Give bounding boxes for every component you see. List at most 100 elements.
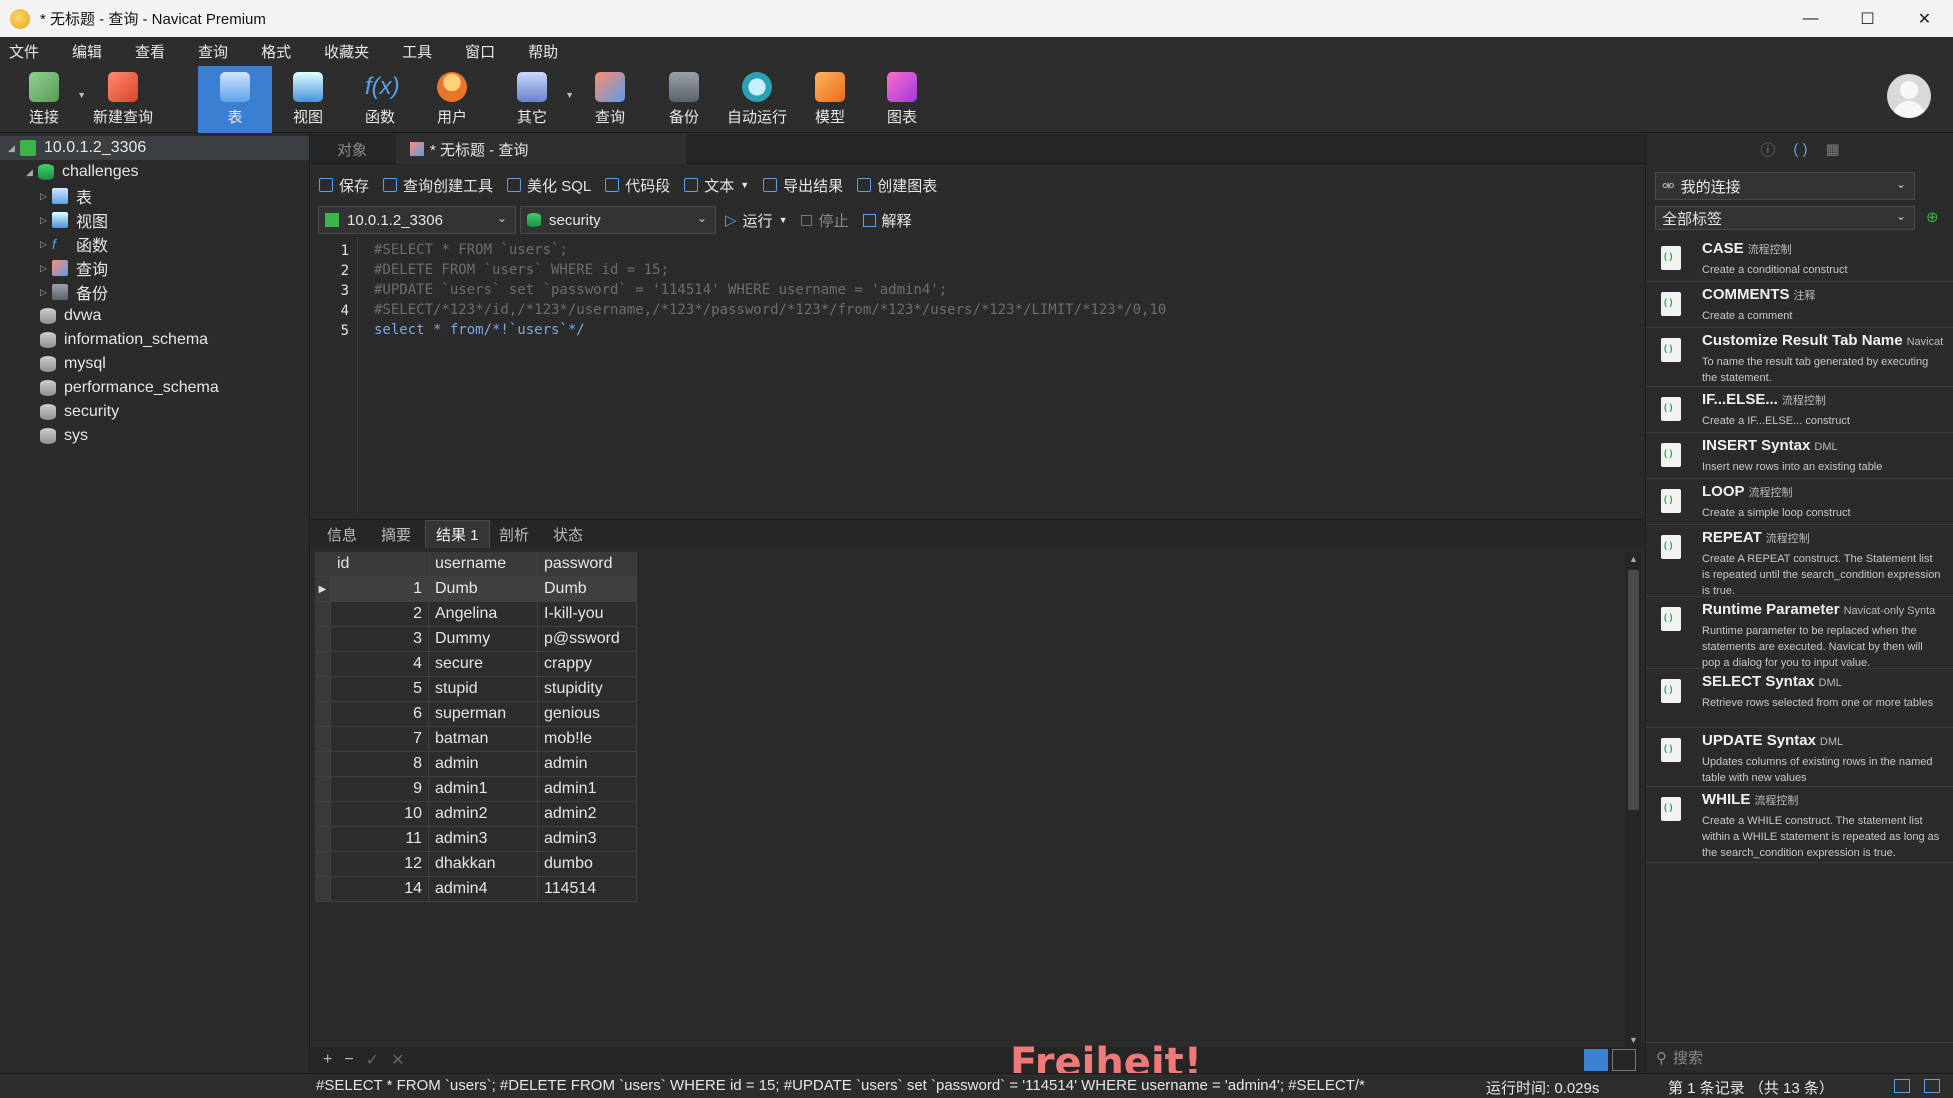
cell-id[interactable]: 6 bbox=[331, 702, 429, 727]
row-selector[interactable] bbox=[315, 777, 331, 802]
sql-editor[interactable]: 1 2 3 4 5 #SELECT * FROM `users`; #DELET… bbox=[311, 238, 1644, 513]
cell-id[interactable]: 2 bbox=[331, 602, 429, 627]
menu-file[interactable]: 文件 bbox=[8, 41, 54, 62]
tree-db-challenges[interactable]: ◢ challenges bbox=[26, 160, 139, 184]
tree-item-queries[interactable]: ▷ 查询 bbox=[40, 256, 108, 280]
tab-info[interactable]: 信息 bbox=[317, 520, 367, 548]
sql-line-3[interactable]: #UPDATE `users` set `password` = '114514… bbox=[374, 282, 947, 298]
table-row[interactable]: 12 dhakkan dumbo bbox=[315, 852, 637, 877]
menu-tools[interactable]: 工具 bbox=[401, 41, 447, 62]
tree-item-tables[interactable]: ▷ 表 bbox=[40, 184, 92, 208]
toolbar-query-button[interactable]: 查询 bbox=[580, 66, 640, 133]
cell-password[interactable]: 114514 bbox=[538, 877, 637, 902]
cell-password[interactable]: admin3 bbox=[538, 827, 637, 852]
snippet-search[interactable]: ⚲ 搜索 bbox=[1646, 1042, 1953, 1072]
create-chart-button[interactable]: 创建图表 bbox=[857, 175, 937, 196]
menu-help[interactable]: 帮助 bbox=[527, 41, 573, 62]
row-selector[interactable] bbox=[315, 852, 331, 877]
export-result-button[interactable]: 导出结果 bbox=[763, 175, 843, 196]
cell-password[interactable]: genious bbox=[538, 702, 637, 727]
table-row[interactable]: 3 Dummy p@ssword bbox=[315, 627, 637, 652]
toolbar-chart-button[interactable]: 图表 bbox=[872, 66, 932, 133]
table-row[interactable]: 4 secure crappy bbox=[315, 652, 637, 677]
sql-line-1[interactable]: #SELECT * FROM `users`; bbox=[374, 242, 568, 258]
snippet-item[interactable]: COMMENTS注释Create a comment bbox=[1646, 282, 1953, 328]
tree-db-sys[interactable]: sys bbox=[40, 424, 88, 448]
add-snippet-icon[interactable]: ⊕ bbox=[1926, 208, 1939, 226]
row-selector[interactable] bbox=[315, 602, 331, 627]
table-row[interactable]: 11 admin3 admin3 bbox=[315, 827, 637, 852]
menu-format[interactable]: 格式 bbox=[260, 41, 306, 62]
dropdown-arrow-icon[interactable]: ▼ bbox=[779, 215, 788, 225]
cell-password[interactable]: admin1 bbox=[538, 777, 637, 802]
cell-username[interactable]: Dumb bbox=[429, 577, 538, 602]
expand-arrow-icon[interactable]: ▷ bbox=[40, 239, 52, 250]
table-row[interactable]: 5 stupid stupidity bbox=[315, 677, 637, 702]
table-row[interactable]: 7 batman mob!le bbox=[315, 727, 637, 752]
run-button[interactable]: ▷ 运行 ▼ bbox=[725, 210, 787, 231]
form-view-icon[interactable] bbox=[1612, 1049, 1636, 1071]
close-button[interactable]: ✕ bbox=[1896, 0, 1953, 37]
cell-username[interactable]: stupid bbox=[429, 677, 538, 702]
explain-button[interactable]: 解释 bbox=[862, 210, 912, 231]
add-record-button[interactable]: + bbox=[323, 1051, 332, 1069]
toolbar-model-button[interactable]: 模型 bbox=[800, 66, 860, 133]
snippet-item[interactable]: INSERT SyntaxDML Insert new rows into an … bbox=[1646, 433, 1953, 479]
menu-window[interactable]: 窗口 bbox=[464, 41, 510, 62]
tab-status[interactable]: 状态 bbox=[543, 520, 593, 548]
toolbar-other-button[interactable]: 其它 ▼ bbox=[502, 66, 574, 133]
snippet-connection-select[interactable]: ⚮ 我的连接 ⌄ bbox=[1655, 172, 1915, 200]
cell-username[interactable]: admin bbox=[429, 752, 538, 777]
beautify-sql-button[interactable]: 美化 SQL bbox=[507, 175, 591, 196]
tab-result-1[interactable]: 结果 1 bbox=[425, 520, 490, 548]
result-vertical-scrollbar[interactable]: ▲ ▼ bbox=[1625, 552, 1642, 1047]
info-icon[interactable]: ⓘ bbox=[1760, 139, 1775, 160]
cell-password[interactable]: admin2 bbox=[538, 802, 637, 827]
cell-username[interactable]: dhakkan bbox=[429, 852, 538, 877]
toolbar-view-button[interactable]: 视图 bbox=[278, 66, 338, 133]
database-select[interactable]: security ⌄ bbox=[520, 206, 716, 234]
snippet-item[interactable]: IF...ELSE...流程控制 Create a IF...ELSE... co… bbox=[1646, 387, 1953, 433]
cell-username[interactable]: admin2 bbox=[429, 802, 538, 827]
maximize-button[interactable]: ☐ bbox=[1839, 0, 1896, 37]
grid-view-icon[interactable] bbox=[1584, 1049, 1608, 1071]
snippet-item[interactable]: SELECT SyntaxDML Retrieve rows selected f… bbox=[1646, 669, 1953, 728]
tab-objects[interactable]: 对象 bbox=[323, 134, 381, 164]
cell-username[interactable]: admin3 bbox=[429, 827, 538, 852]
stop-button[interactable]: 停止 bbox=[801, 210, 849, 231]
cell-password[interactable]: stupidity bbox=[538, 677, 637, 702]
code-snippet-button[interactable]: 代码段 bbox=[605, 175, 670, 196]
scrollbar-thumb[interactable] bbox=[1628, 570, 1639, 810]
tree-db-security[interactable]: security bbox=[40, 400, 119, 424]
panel-toggle-icon[interactable] bbox=[1924, 1079, 1940, 1093]
cell-id[interactable]: 11 bbox=[331, 827, 429, 852]
dropdown-arrow-icon[interactable]: ▼ bbox=[565, 90, 574, 100]
row-selector[interactable] bbox=[315, 627, 331, 652]
tab-query[interactable]: * 无标题 - 查询 bbox=[396, 134, 686, 164]
cell-password[interactable]: dumbo bbox=[538, 852, 637, 877]
toolbar-new-query-button[interactable]: 新建查询 bbox=[88, 66, 158, 133]
row-selector[interactable] bbox=[315, 677, 331, 702]
row-selector[interactable] bbox=[315, 702, 331, 727]
cell-id[interactable]: 1 bbox=[331, 577, 429, 602]
snippet-item[interactable]: Runtime ParameterNavicat-only SyntaRunti… bbox=[1646, 597, 1953, 669]
toolbar-backup-button[interactable]: 备份 bbox=[654, 66, 714, 133]
table-row[interactable]: 6 superman genious bbox=[315, 702, 637, 727]
column-header-password[interactable]: password bbox=[538, 552, 637, 577]
minimize-button[interactable]: — bbox=[1782, 0, 1839, 37]
user-avatar[interactable] bbox=[1887, 74, 1931, 118]
cell-username[interactable]: Dummy bbox=[429, 627, 538, 652]
menu-view[interactable]: 查看 bbox=[134, 41, 180, 62]
cell-username[interactable]: batman bbox=[429, 727, 538, 752]
cell-id[interactable]: 3 bbox=[331, 627, 429, 652]
tree-connection[interactable]: ◢ 10.0.1.2_3306 bbox=[0, 136, 309, 160]
column-header-username[interactable]: username bbox=[429, 552, 538, 577]
tree-item-functions[interactable]: ▷ f 函数 bbox=[40, 232, 108, 256]
cell-username[interactable]: admin1 bbox=[429, 777, 538, 802]
toolbar-user-button[interactable]: 用户 bbox=[422, 66, 482, 133]
sql-line-2[interactable]: #DELETE FROM `users` WHERE id = 15; bbox=[374, 262, 669, 278]
cell-password[interactable]: I-kill-you bbox=[538, 602, 637, 627]
scroll-down-arrow-icon[interactable]: ▼ bbox=[1629, 1035, 1638, 1045]
row-selector[interactable] bbox=[315, 827, 331, 852]
menu-query[interactable]: 查询 bbox=[197, 41, 243, 62]
